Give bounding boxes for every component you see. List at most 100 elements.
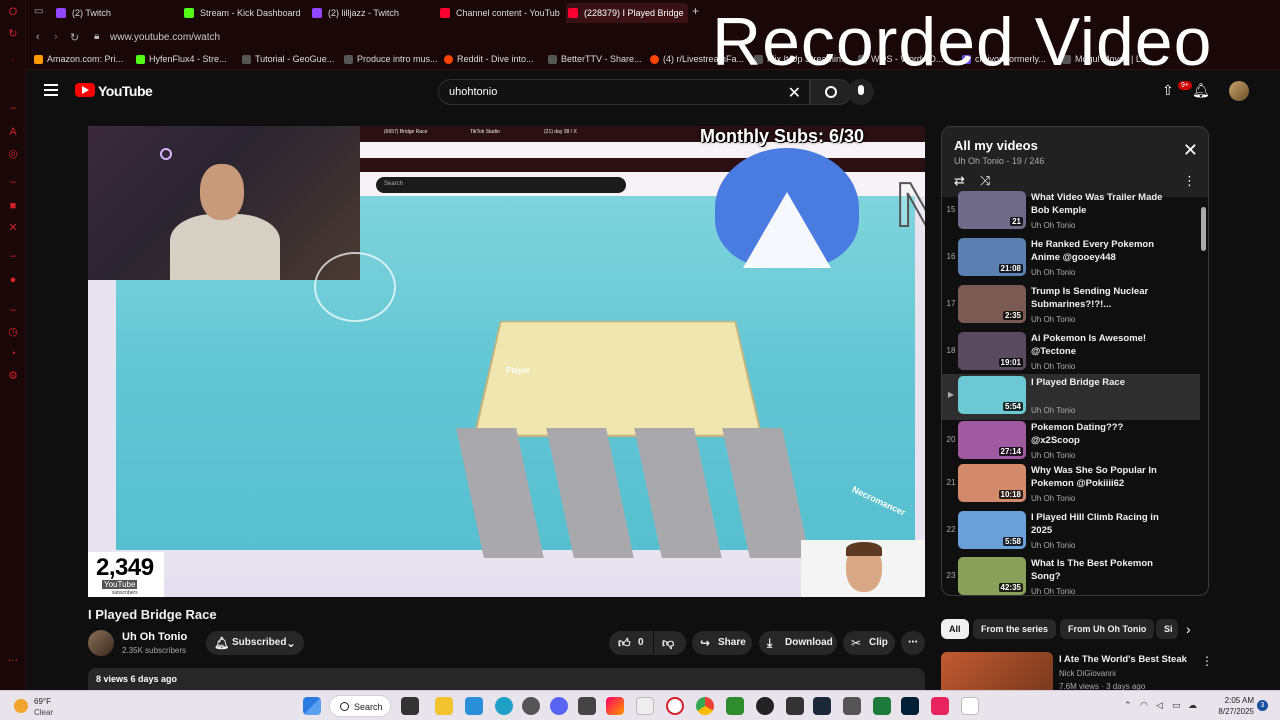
upload-icon[interactable]: ⇧ <box>1162 82 1174 99</box>
onedrive-icon[interactable]: ☁ <box>1188 700 1197 711</box>
bookmark-intro-music[interactable]: Produce intro mus... <box>344 54 438 64</box>
folder-icon[interactable] <box>465 697 483 715</box>
xbox-icon[interactable] <box>726 697 744 715</box>
bell-icon[interactable]: 🔔︎ <box>1192 82 1210 99</box>
playlist-item[interactable]: 21 10:18 Why Was She So Popular In Pokem… <box>942 462 1200 508</box>
reload-icon[interactable]: ↻ <box>70 31 79 44</box>
more-actions-button[interactable]: ⋯ <box>901 631 925 655</box>
recommendation-title[interactable]: I Ate The World's Best Steak <box>1059 654 1187 665</box>
taskbar-search[interactable]: Search <box>329 695 391 717</box>
clear-search-icon[interactable]: ✕ <box>788 83 801 103</box>
account-avatar[interactable] <box>1229 81 1249 101</box>
share-button[interactable]: ↪ Share <box>692 631 752 655</box>
app-icon[interactable] <box>786 697 804 715</box>
network-icon[interactable]: ◠ <box>1140 700 1148 711</box>
playlist-item[interactable]: 15 21 What Video Was Trailer Made Bob Ke… <box>942 189 1200 235</box>
voice-search-button[interactable] <box>848 79 874 105</box>
chevron-right-icon[interactable]: › <box>1186 621 1191 637</box>
clip-button[interactable]: ✂ Clip <box>843 631 895 655</box>
twitch-icon[interactable]: ■ <box>7 200 19 212</box>
notification-count[interactable]: 3 <box>1257 700 1268 711</box>
youtube-wordmark[interactable]: YouTube <box>98 83 153 99</box>
video-player[interactable]: Player Necromancer (6657) Bridge Race Ti… <box>88 126 925 597</box>
tab-twitch[interactable]: (2) Twitch <box>54 3 176 23</box>
steam-icon[interactable] <box>813 697 831 715</box>
playlist-item[interactable]: 22 5:58 I Played Hill Climb Racing in 20… <box>942 509 1200 555</box>
bookmark-geoguessr[interactable]: Tutorial - GeoGue... <box>242 54 334 64</box>
forward-icon[interactable]: › <box>54 31 58 43</box>
loop-icon[interactable]: ⇄ <box>954 173 965 189</box>
terminal-icon[interactable] <box>873 697 891 715</box>
close-icon[interactable]: ✕ <box>1183 141 1198 159</box>
back-icon[interactable]: ‹ <box>36 31 40 43</box>
start-icon[interactable] <box>303 697 321 715</box>
x-icon[interactable]: ✕ <box>7 222 19 234</box>
channel-name[interactable]: Uh Oh Tonio <box>122 631 187 643</box>
opera-logo-icon[interactable]: O <box>7 6 19 18</box>
chip-from-channel[interactable]: From Uh Oh Tonio <box>1060 619 1155 639</box>
battery-icon[interactable]: ▭ <box>1172 700 1181 711</box>
url-field[interactable]: www.youtube.com/watch <box>110 32 220 43</box>
recommendation-channel[interactable]: Nick DiGiovanni <box>1059 669 1116 678</box>
file-explorer-icon[interactable] <box>435 697 453 715</box>
youtube-logo-icon[interactable] <box>75 83 95 97</box>
notepad-icon[interactable] <box>636 697 654 715</box>
recent-icon[interactable]: ◔ <box>7 348 19 360</box>
app-icon[interactable] <box>606 697 624 715</box>
more-vertical-icon[interactable]: ⋮ <box>1201 654 1213 668</box>
obs-icon[interactable] <box>756 697 774 715</box>
tab-lilljazz[interactable]: (2) lilljazz - Twitch <box>310 3 432 23</box>
tab-kick[interactable]: Stream - Kick Dashboard <box>182 3 304 23</box>
app-icon[interactable] <box>578 697 596 715</box>
workspace-icon[interactable]: ▭ <box>34 6 43 17</box>
discord-icon[interactable] <box>550 697 568 715</box>
settings-icon[interactable]: ⚙ <box>7 370 19 382</box>
edge-icon[interactable] <box>495 697 513 715</box>
channel-avatar[interactable] <box>88 630 114 656</box>
shuffle-icon[interactable]: ⤨ <box>980 173 990 189</box>
photoshop-icon[interactable] <box>901 697 919 715</box>
reload-icon[interactable]: ↻ <box>7 28 19 40</box>
app-icon[interactable] <box>843 697 861 715</box>
aria-icon[interactable]: A <box>7 126 19 138</box>
playlist-item-current[interactable]: ▶ 5:54 I Played Bridge Race Uh Oh Tonio <box>942 374 1200 420</box>
history-icon[interactable]: ◷ <box>7 326 19 338</box>
tab-active-video[interactable]: (228379) I Played Bridge <box>566 3 688 23</box>
opera-icon[interactable] <box>666 697 684 715</box>
tiktok-icon[interactable] <box>931 697 949 715</box>
chip-similar[interactable]: Si <box>1156 619 1178 639</box>
tab-channel-content[interactable]: Channel content - YouTube <box>438 3 560 23</box>
bookmark-betterttv[interactable]: BetterTTV - Share... <box>548 54 642 64</box>
playlist-scrollbar[interactable] <box>1201 207 1206 251</box>
taskbar-clock[interactable]: 2:05 AM 8/27/2025 <box>1212 695 1254 717</box>
new-tab-icon[interactable]: + <box>692 4 699 18</box>
chrome-icon[interactable] <box>696 697 714 715</box>
description-box[interactable]: 8 views 6 days ago <box>88 668 925 690</box>
playlist-item[interactable]: 16 21:08 He Ranked Every Pokemon Anime @… <box>942 236 1200 282</box>
tray-chevron-icon[interactable]: ⌃ <box>1124 700 1132 711</box>
playlist-item[interactable]: 18 19:01 Ai Pokemon Is Awesome! @Tectone… <box>942 330 1200 376</box>
dislike-button[interactable]: 👎︎ <box>654 631 686 655</box>
playlist-item[interactable]: 23 42:35 What Is The Best Pokemon Song? … <box>942 555 1200 595</box>
chip-from-series[interactable]: From the series <box>973 619 1057 639</box>
player-icon[interactable]: ● <box>7 274 19 286</box>
subscribed-button[interactable]: 🔔︎ Subscribed ⌄ <box>206 631 304 655</box>
like-button[interactable]: 👍︎ 0 <box>609 631 653 655</box>
bookmark-amazon[interactable]: Amazon.com: Pri... <box>34 54 123 64</box>
document-icon[interactable] <box>961 697 979 715</box>
search-input[interactable]: uhohtonio <box>449 86 497 98</box>
chat-icon[interactable]: ◎ <box>7 148 19 160</box>
task-view-icon[interactable] <box>401 697 419 715</box>
playlist-item[interactable]: 20 27:14 Pokemon Dating??? @x2Scoop Uh O… <box>942 419 1200 465</box>
sidebar-dots-icon[interactable]: · <box>7 54 19 66</box>
app-icon[interactable] <box>522 697 540 715</box>
volume-icon[interactable]: ◁ <box>1156 700 1163 711</box>
search-box[interactable]: uhohtonio ✕ <box>438 79 810 105</box>
more-icon[interactable]: … <box>7 652 19 664</box>
more-vertical-icon[interactable]: ⋮ <box>1183 173 1196 189</box>
download-button[interactable]: ⤓ Download <box>759 631 837 655</box>
chip-all[interactable]: All <box>941 619 969 639</box>
bookmark-reddit[interactable]: Reddit - Dive into... <box>444 54 534 64</box>
menu-icon[interactable] <box>44 84 58 96</box>
playlist-title[interactable]: All my videos <box>954 138 1038 153</box>
